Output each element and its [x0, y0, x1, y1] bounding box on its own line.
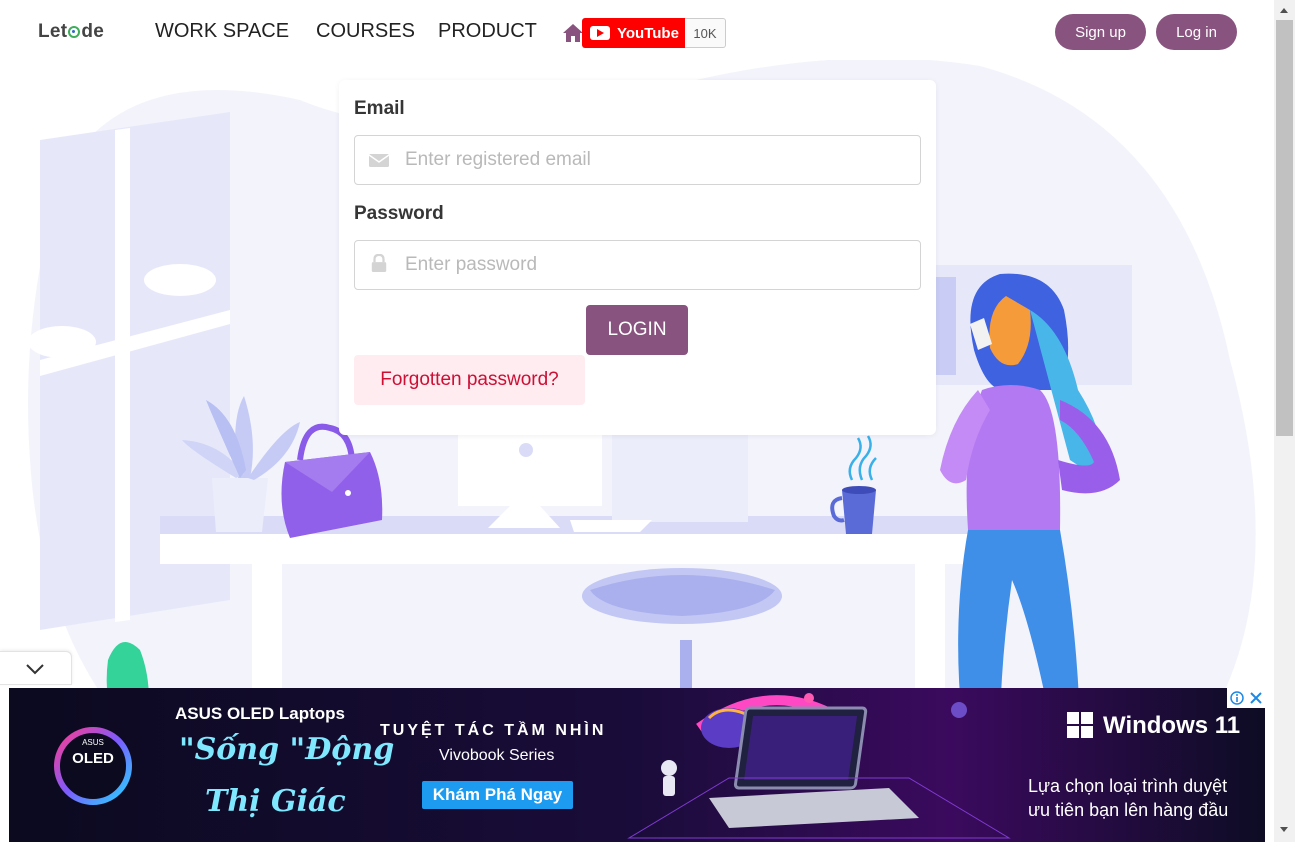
scroll-up-arrow-icon[interactable]: [1280, 8, 1288, 13]
top-navbar: Let de WORK SPACE COURSES PRODUCT YouTube…: [0, 0, 1274, 66]
ad-close-icon[interactable]: [1246, 688, 1265, 708]
password-input[interactable]: [405, 241, 905, 289]
login-submit-button[interactable]: LOGIN: [586, 305, 688, 355]
logo-text-right: de: [81, 21, 105, 42]
login-card: Email Password LOGIN Forgotten password?: [339, 80, 936, 435]
login-nav-button[interactable]: Log in: [1156, 14, 1237, 50]
page-viewport: Let de WORK SPACE COURSES PRODUCT YouTube…: [0, 0, 1274, 842]
letcode-logo[interactable]: Let de: [38, 21, 104, 43]
nav-link-product[interactable]: PRODUCT: [438, 20, 537, 43]
ad-oled-badge: OLED: [72, 750, 114, 767]
password-field-wrapper: [354, 240, 921, 290]
ad-banner[interactable]: OLED ASUS ASUS OLED Laptops "Sống "Động …: [9, 688, 1265, 842]
ad-tagline: TUYỆT TÁC TẦM NHÌN: [380, 722, 607, 739]
ad-slogan-line1: "Sống "Động: [179, 732, 395, 767]
chevron-down-icon: [26, 664, 44, 675]
youtube-label: YouTube: [617, 24, 679, 42]
ad-windows-label: Windows 11: [1103, 712, 1241, 739]
ad-info-icon[interactable]: [1227, 688, 1246, 708]
email-field-wrapper: [354, 135, 921, 185]
forgot-password-link[interactable]: Forgotten password?: [354, 355, 585, 405]
password-label: Password: [354, 203, 444, 224]
email-label: Email: [354, 98, 405, 119]
home-icon[interactable]: [562, 23, 584, 43]
email-input[interactable]: [405, 136, 905, 184]
scroll-down-arrow-icon[interactable]: [1280, 827, 1288, 832]
vertical-scrollbar[interactable]: [1274, 0, 1295, 842]
ad-collapse-toggle[interactable]: [0, 651, 72, 685]
ad-asus-small: ASUS: [82, 738, 104, 747]
ad-headline: ASUS OLED Laptops: [175, 704, 346, 723]
scrollbar-thumb[interactable]: [1276, 20, 1293, 436]
lock-icon: [371, 254, 387, 272]
youtube-subscriber-count: 10K: [685, 18, 726, 48]
ad-slogan-line2: Thị Giác: [205, 784, 346, 819]
envelope-icon: [369, 154, 389, 167]
ad-subtext-line1: Lựa chọn loại trình duyệt: [1028, 776, 1228, 796]
nav-link-workspace[interactable]: WORK SPACE: [155, 20, 289, 43]
youtube-subscribe-button[interactable]: YouTube: [582, 18, 685, 48]
logo-text-left: Let: [38, 21, 68, 42]
ad-cta-button[interactable]: Khám Phá Ngay: [422, 781, 573, 809]
logo-o-icon: [68, 26, 81, 38]
nav-link-courses[interactable]: COURSES: [316, 20, 415, 43]
youtube-play-icon: [590, 26, 610, 40]
signup-button[interactable]: Sign up: [1055, 14, 1146, 50]
ad-series: Vivobook Series: [439, 747, 555, 764]
ad-subtext-line2: ưu tiên bạn lên hàng đầu: [1028, 800, 1229, 820]
